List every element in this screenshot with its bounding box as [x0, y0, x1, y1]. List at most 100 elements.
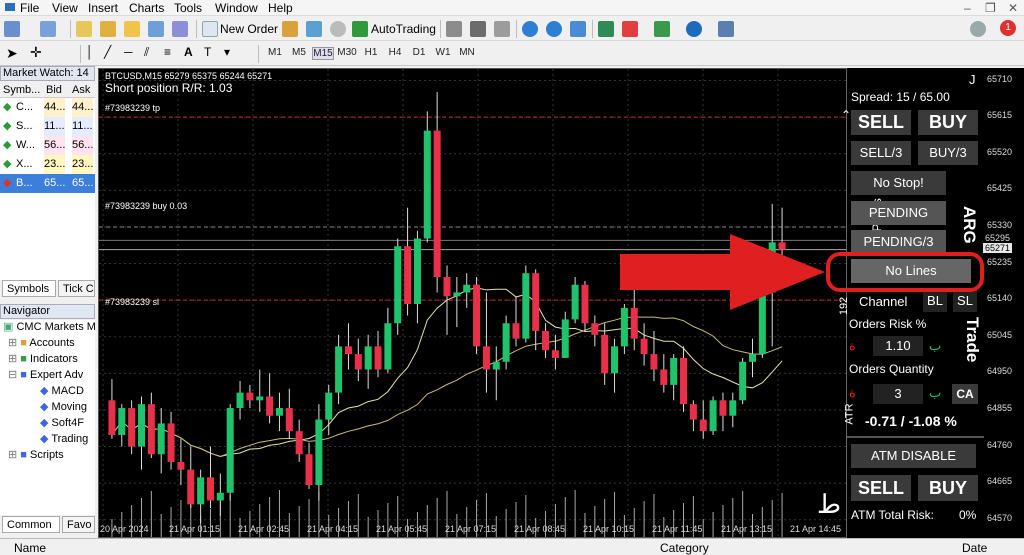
market-icon[interactable] [330, 21, 346, 37]
menu-window[interactable]: Window [215, 1, 258, 15]
atm-buy-button[interactable]: BUY [918, 475, 978, 501]
crosshair-icon[interactable]: ✛ [30, 44, 42, 61]
tree-accounts[interactable]: ⊞ ■ Accounts [8, 336, 75, 349]
restore-icon[interactable]: ❐ [985, 1, 996, 15]
tree-trading[interactable]: ◆ Trading [40, 432, 88, 445]
periods-icon[interactable] [686, 21, 702, 37]
strategy-tester-icon[interactable] [172, 21, 188, 37]
fibonacci-icon[interactable]: ≡ [164, 45, 171, 59]
tile-windows-icon[interactable] [570, 21, 586, 37]
panel-j[interactable]: J [969, 72, 976, 87]
autotrading-button[interactable]: AutoTrading [371, 22, 436, 36]
profiles-icon[interactable] [40, 21, 56, 37]
line-chart-icon[interactable] [494, 21, 510, 37]
data-window-icon[interactable] [100, 21, 116, 37]
tf-d1[interactable]: D1 [408, 47, 430, 58]
new-order-button[interactable]: New Order [220, 22, 278, 36]
text-tool-icon[interactable]: A [184, 45, 193, 59]
new-chart-icon[interactable] [4, 21, 20, 37]
tree-broker[interactable]: ▣ CMC Markets M [3, 320, 96, 333]
tf-m5[interactable]: M5 [288, 47, 310, 58]
tree-macd[interactable]: ◆ MACD [40, 384, 84, 397]
risk-input[interactable]: 1.10 [873, 336, 923, 356]
close-all-button[interactable]: CA [952, 384, 978, 404]
chart-shift-icon[interactable] [622, 21, 638, 37]
tf-h4[interactable]: H4 [384, 47, 406, 58]
close-icon[interactable]: ✕ [1008, 1, 1018, 15]
arrows-icon[interactable]: ▾ [224, 45, 230, 59]
candle-body [177, 461, 185, 470]
market-watch-icon[interactable] [76, 21, 92, 37]
column-name[interactable]: Name [14, 541, 46, 555]
candlesticks-icon[interactable] [470, 21, 486, 37]
tf-w1[interactable]: W1 [432, 47, 454, 58]
up-caret-icon[interactable]: ⌃ [841, 108, 851, 122]
symbol-row[interactable]: ◆ X... 23... 23... [0, 155, 95, 174]
symbol-row-selected[interactable]: ◆ B... 65... 65... [0, 174, 95, 193]
tree-indicators[interactable]: ⊞ ■ Indicators [8, 352, 78, 365]
navigator-icon[interactable] [124, 21, 140, 37]
tf-m15[interactable]: M15 [312, 47, 334, 60]
tree-soft4fx[interactable]: ◆ Soft4F [40, 416, 84, 429]
autotrading-icon[interactable] [352, 21, 368, 37]
column-category[interactable]: Category [660, 541, 709, 555]
risk-increase-icon[interactable]: ب [929, 338, 941, 354]
minimize-icon[interactable]: – [964, 1, 971, 15]
atm-sell-button[interactable]: SELL [851, 475, 911, 501]
tab-favorites[interactable]: Favo [62, 516, 95, 533]
tab-symbols[interactable]: Symbols [2, 280, 56, 297]
no-stop-button[interactable]: No Stop! [851, 171, 946, 195]
templates-icon[interactable] [718, 21, 734, 37]
sell-third-button[interactable]: SELL/3 [851, 141, 911, 165]
zoom-in-icon[interactable] [522, 21, 538, 37]
indicators-icon[interactable] [654, 21, 670, 37]
qty-increase-icon[interactable]: ب [929, 385, 941, 401]
channel-icon[interactable]: ⫽ [144, 45, 149, 60]
tree-scripts[interactable]: ⊞ ■ Scripts [8, 448, 64, 461]
trendline-icon[interactable]: ╱ [104, 45, 111, 59]
risk-decrease-icon[interactable]: ة [849, 338, 856, 354]
symbol-row[interactable]: ◆ W... 56... 56... [0, 136, 95, 155]
column-bid[interactable]: Bid [46, 84, 62, 96]
metaeditor-icon[interactable] [282, 21, 298, 37]
tab-common[interactable]: Common [2, 516, 60, 533]
bar-chart-icon[interactable] [446, 21, 462, 37]
menu-charts[interactable]: Charts [129, 1, 164, 15]
community-icon[interactable] [970, 21, 986, 37]
app-icon[interactable] [4, 1, 16, 16]
symbol-row[interactable]: ◆ S... 11... 11... [0, 117, 95, 136]
tf-m30[interactable]: M30 [336, 47, 358, 58]
tree-expert-advisors[interactable]: ⊟ ■ Expert Adv [8, 368, 83, 381]
zoom-out-icon[interactable] [546, 21, 562, 37]
menu-view[interactable]: View [52, 1, 78, 15]
atm-disable-button[interactable]: ATM DISABLE [851, 444, 976, 468]
buy-button[interactable]: BUY [918, 110, 978, 135]
tf-mn[interactable]: MN [456, 47, 478, 58]
cursor-icon[interactable]: ➤ [6, 45, 18, 62]
pending-button[interactable]: PENDING [851, 201, 946, 225]
tab-tick-chart[interactable]: Tick C [58, 280, 95, 297]
tree-moving[interactable]: ◆ Moving [40, 400, 87, 413]
qty-decrease-icon[interactable]: ة [849, 385, 856, 401]
buy-third-button[interactable]: BUY/3 [918, 141, 978, 165]
symbol-row[interactable]: ◆ C... 44... 44... [0, 98, 95, 117]
menu-file[interactable]: File [20, 1, 39, 15]
menu-help[interactable]: Help [268, 1, 293, 15]
horizontal-line-icon[interactable]: ─ [124, 45, 133, 59]
text-label-icon[interactable]: T [204, 45, 211, 59]
vertical-line-icon[interactable]: │ [86, 45, 94, 59]
terminal-icon[interactable] [148, 21, 164, 37]
signals-icon[interactable] [306, 21, 322, 37]
column-ask[interactable]: Ask [72, 84, 90, 96]
tf-m1[interactable]: M1 [264, 47, 286, 58]
tf-h1[interactable]: H1 [360, 47, 382, 58]
menu-insert[interactable]: Insert [88, 1, 118, 15]
column-date[interactable]: Date [962, 541, 987, 555]
new-order-icon[interactable] [202, 21, 218, 37]
menu-tools[interactable]: Tools [174, 1, 202, 15]
column-symbol[interactable]: Symb... [3, 84, 40, 96]
sell-button[interactable]: SELL [851, 110, 911, 135]
autoscroll-icon[interactable] [598, 21, 614, 37]
notification-badge[interactable]: 1 [1000, 20, 1016, 36]
quantity-input[interactable]: 3 [873, 384, 923, 404]
